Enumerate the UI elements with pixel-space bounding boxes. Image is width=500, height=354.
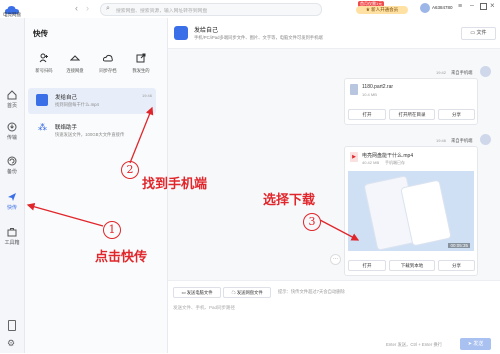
annotation-marker-three: 3 xyxy=(303,213,321,231)
annotation-label-three: 选择下载 xyxy=(263,193,316,208)
arrow-to-download xyxy=(319,219,360,241)
annotation-arrows xyxy=(26,106,360,241)
arrow-to-phone-end xyxy=(129,106,154,164)
arrow-to-quick-send xyxy=(26,202,104,227)
annotation-marker-one: 1 xyxy=(103,221,121,239)
annotation-label-one: 点击快传 xyxy=(95,250,148,265)
annotation-label-two: 找到手机端 xyxy=(142,177,208,192)
annotation-marker-two: 2 xyxy=(121,161,139,179)
